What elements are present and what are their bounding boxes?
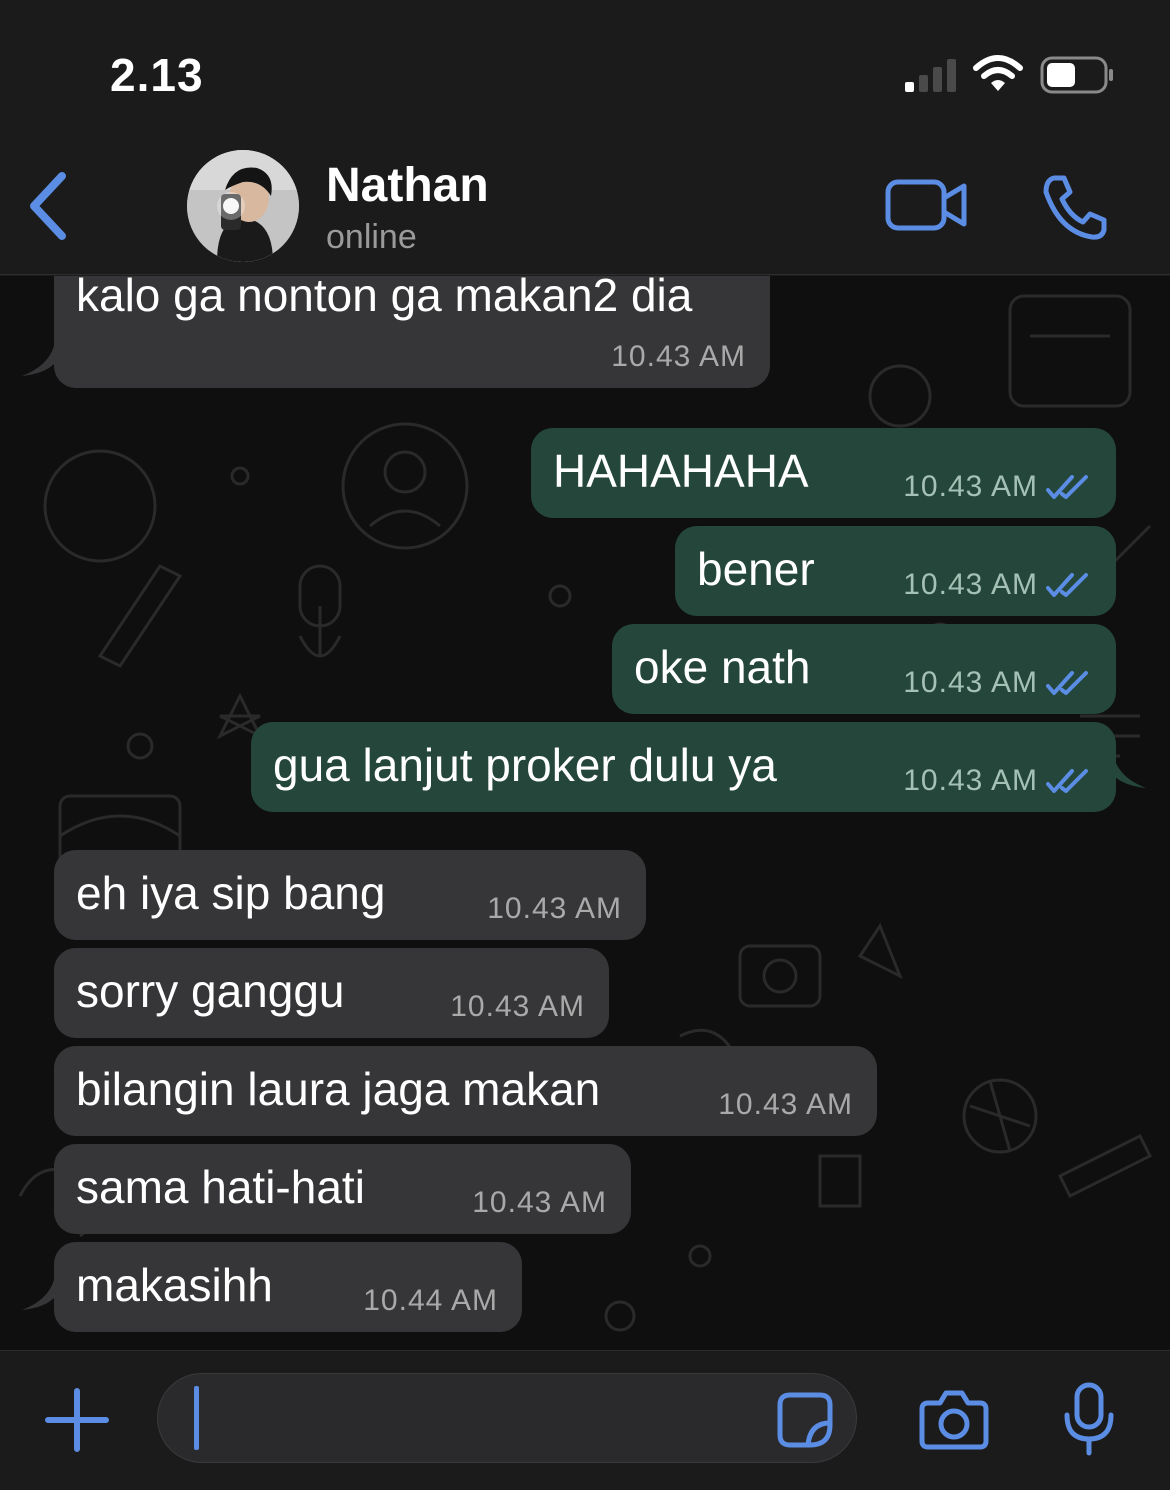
message-text: HAHAHAHA [553,445,809,497]
message-list[interactable]: kalo ga nonton ga makan2 dia 10.43 AM HA… [0,276,1170,1350]
message-time: 10.44 AM [363,1284,498,1317]
message-time: 10.43 AM [903,568,1038,601]
double-check-icon [1046,769,1088,793]
message-time: 10.43 AM [718,1088,853,1121]
microphone-icon[interactable] [1062,1381,1116,1457]
message-bubble-incoming[interactable]: sama hati-hati 10.43 AM [54,1144,631,1234]
double-check-icon [1046,475,1088,499]
chevron-left-icon[interactable] [24,170,74,242]
phone-icon[interactable] [1040,172,1110,242]
bubble-tail [22,1280,62,1310]
message-bubble-incoming[interactable]: makasihh 10.44 AM [54,1242,522,1332]
message-text: bilangin laura jaga makan [76,1063,601,1115]
status-bar: 2.13 [0,0,1170,140]
camera-icon[interactable] [918,1389,990,1451]
contact-status: online [326,218,417,256]
message-time: 10.43 AM [903,470,1038,503]
battery-icon [1040,56,1113,94]
message-text: sama hati-hati [76,1161,365,1213]
message-text: eh iya sip bang [76,867,386,919]
message-bubble-incoming[interactable]: sorry ganggu 10.43 AM [54,948,609,1038]
message-time: 10.43 AM [472,1186,607,1219]
plus-icon[interactable] [44,1387,110,1453]
message-time: 10.43 AM [611,340,746,373]
message-time: 10.43 AM [450,990,585,1023]
message-bubble-outgoing[interactable]: HAHAHAHA 10.43 AM [531,428,1116,518]
video-camera-icon[interactable] [884,176,970,234]
message-text: oke nath [634,641,811,693]
message-text: bener [697,543,815,595]
message-bubble-outgoing[interactable]: gua lanjut proker dulu ya 10.43 AM [251,722,1116,812]
message-text: makasihh [76,1259,273,1311]
message-bubble-outgoing[interactable]: oke nath 10.43 AM [612,624,1116,714]
double-check-icon [1046,671,1088,695]
wifi-icon [973,55,1023,91]
message-time: 10.43 AM [903,764,1038,797]
status-time: 2.13 [110,49,204,101]
message-text: gua lanjut proker dulu ya [273,739,777,791]
contact-name[interactable]: Nathan [326,158,489,213]
message-input[interactable] [157,1373,857,1463]
composer-bar [0,1350,1170,1490]
chat-screen: 2.13 Nathan online kalo ga nonton ga mak… [0,0,1170,1490]
message-bubble-incoming[interactable]: bilangin laura jaga makan 10.43 AM [54,1046,877,1136]
message-time: 10.43 AM [487,892,622,925]
message-text: sorry ganggu [76,965,345,1017]
cellular-signal-icon [905,58,961,92]
message-bubble-outgoing[interactable]: bener 10.43 AM [675,526,1116,616]
message-text: kalo ga nonton ga makan2 dia [76,276,693,321]
bubble-tail [1106,758,1146,788]
message-bubble-incoming[interactable]: eh iya sip bang 10.43 AM [54,850,646,940]
bubble-tail [22,346,62,376]
message-bubble-incoming[interactable]: kalo ga nonton ga makan2 dia 10.43 AM [54,276,770,388]
sticker-icon[interactable] [776,1391,834,1449]
message-time: 10.43 AM [903,666,1038,699]
double-check-icon [1046,573,1088,597]
chat-header: Nathan online [0,140,1170,275]
text-caret [194,1386,199,1450]
avatar[interactable] [187,150,299,262]
